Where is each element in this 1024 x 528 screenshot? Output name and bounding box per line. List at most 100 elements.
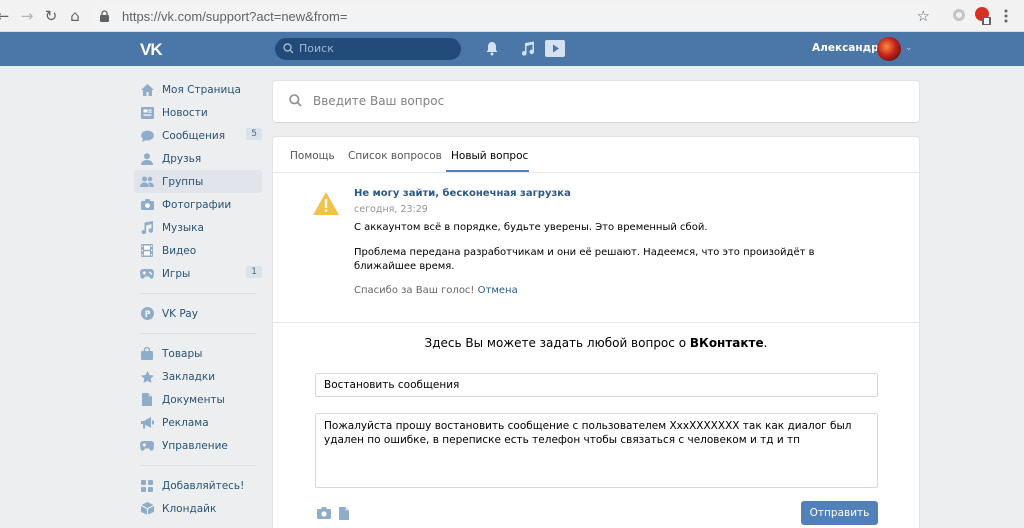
menu-item-label: Добавляйтесь! [162, 479, 245, 492]
menu-item-messages[interactable]: Сообщения 5 [134, 124, 262, 147]
menu-item-add-friends[interactable]: Добавляйтесь! [134, 474, 262, 497]
active-tab-indicator [446, 170, 529, 172]
menu-item-goods[interactable]: Товары [134, 342, 262, 365]
search-icon [289, 94, 302, 107]
home-icon [140, 83, 154, 97]
menu-item-manage[interactable]: Управление [134, 434, 262, 457]
forward-arrow-icon[interactable]: → [18, 7, 36, 25]
header-search-input[interactable]: Поиск [275, 38, 461, 60]
messages-count-badge: 5 [246, 128, 262, 140]
ask-heading-brand: ВКонтакте [689, 336, 764, 350]
cancel-vote-link[interactable]: Отмена [478, 285, 518, 296]
menu-item-label: Музыка [162, 221, 204, 234]
outage-notice: Не могу зайти, бесконечная загрузка сего… [273, 174, 919, 323]
music-note-icon[interactable] [521, 41, 534, 56]
browser-menu-icon[interactable] [1004, 9, 1008, 23]
tab-help[interactable]: Помощь [290, 150, 335, 162]
menu-item-label: Видео [162, 244, 197, 257]
menu-item-label: Управление [162, 439, 228, 452]
vote-thanks: Спасибо за Ваш голос! Отмена [354, 285, 518, 296]
notice-paragraph-2: Проблема передана разработчикам и они её… [354, 247, 815, 272]
newspaper-icon [140, 106, 154, 120]
music-note-icon [140, 221, 154, 235]
menu-item-vk-pay[interactable]: VK Pay [134, 302, 262, 325]
menu-item-label: Закладки [162, 370, 216, 383]
shopping-bag-icon [140, 347, 154, 361]
notice-time: сегодня, 23:29 [354, 204, 428, 215]
menu-item-documents[interactable]: Документы [134, 388, 262, 411]
vk-header: VK Поиск Александра ⌄ [0, 32, 1024, 66]
vk-pay-icon [140, 307, 154, 321]
menu-item-friends[interactable]: Друзья [134, 147, 262, 170]
menu-item-label: VK Pay [162, 307, 198, 320]
menu-item-music[interactable]: Музыка [134, 216, 262, 239]
support-tabs: Помощь Список вопросов Новый вопрос [273, 137, 919, 173]
menu-item-news[interactable]: Новости [134, 101, 262, 124]
left-menu: Моя Страница Новости Сообщения 5 Друзья … [134, 78, 262, 520]
warning-triangle-icon [313, 192, 339, 215]
send-button[interactable]: Отправить [801, 501, 878, 525]
person-icon [140, 152, 154, 166]
menu-divider [140, 333, 256, 334]
document-icon [140, 393, 154, 407]
extension-icon[interactable] [952, 8, 966, 22]
message-textarea[interactable]: Пожалуйста прошу востановить сообщение с… [315, 413, 878, 488]
menu-item-bookmarks[interactable]: Закладки [134, 365, 262, 388]
tab-questions-list[interactable]: Список вопросов [348, 150, 442, 162]
menu-item-groups[interactable]: Группы [134, 170, 262, 193]
tab-new-question[interactable]: Новый вопрос [451, 150, 528, 162]
menu-item-label: Клондайк [162, 502, 217, 515]
film-strip-icon [140, 244, 154, 258]
menu-item-label: Реклама [162, 416, 209, 429]
megaphone-icon [140, 416, 154, 430]
menu-item-klondike[interactable]: Клондайк [134, 497, 262, 520]
menu-item-label: Группы [162, 175, 204, 188]
notifications-bell-icon[interactable] [485, 41, 499, 56]
url-text: https://vk.com/support?act=new&from= [122, 9, 348, 24]
attach-photo-icon[interactable] [317, 507, 331, 519]
menu-item-my-page[interactable]: Моя Страница [134, 78, 262, 101]
notice-title[interactable]: Не могу зайти, бесконечная загрузка [354, 188, 571, 199]
games-count-badge: 1 [246, 266, 262, 278]
adblock-extension-icon[interactable] [974, 6, 992, 26]
search-icon [283, 43, 294, 54]
people-group-icon [140, 175, 154, 189]
back-arrow-icon[interactable]: ← [0, 7, 12, 25]
bookmark-star-icon[interactable]: ☆ [917, 7, 930, 25]
user-name[interactable]: Александра [812, 42, 886, 54]
app-cube-icon [140, 502, 154, 516]
chevron-down-icon[interactable]: ⌄ [905, 43, 913, 53]
lock-icon [100, 10, 109, 22]
home-icon[interactable]: ⌂ [66, 7, 84, 25]
menu-item-photos[interactable]: Фотографии [134, 193, 262, 216]
menu-divider [140, 465, 256, 466]
vote-thanks-text: Спасибо за Ваш голос! [354, 285, 475, 296]
subject-input[interactable]: Востановить сообщения [315, 373, 878, 397]
gamepad-icon [140, 439, 154, 453]
browser-toolbar: ← → ↻ ⌂ https://vk.com/support?act=new&f… [0, 0, 1024, 32]
menu-item-label: Моя Страница [162, 83, 241, 96]
question-search-placeholder: Введите Ваш вопрос [313, 94, 445, 108]
play-video-icon[interactable] [545, 40, 565, 57]
menu-item-label: Друзья [162, 152, 202, 165]
menu-item-label: Игры [162, 267, 191, 280]
camera-icon [140, 198, 154, 212]
menu-item-ads[interactable]: Реклама [134, 411, 262, 434]
menu-divider [140, 293, 256, 294]
user-avatar[interactable] [877, 37, 901, 61]
vk-logo[interactable]: VK [140, 40, 163, 60]
menu-item-label: Сообщения [162, 129, 226, 142]
reload-icon[interactable]: ↻ [42, 7, 60, 25]
menu-item-label: Документы [162, 393, 225, 406]
star-icon [140, 370, 154, 384]
support-panel: Помощь Список вопросов Новый вопрос Не м… [273, 137, 919, 528]
search-placeholder: Поиск [299, 42, 334, 55]
menu-item-games[interactable]: Игры 1 [134, 262, 262, 285]
notice-paragraph-1: С аккаунтом всё в порядке, будьте уверен… [354, 222, 708, 233]
address-bar[interactable]: https://vk.com/support?act=new&from= ☆ [92, 5, 938, 28]
app-grid-icon [140, 479, 154, 493]
question-search-input[interactable]: Введите Ваш вопрос [273, 81, 919, 122]
gamepad-icon [140, 267, 154, 281]
menu-item-video[interactable]: Видео [134, 239, 262, 262]
attach-document-icon[interactable] [339, 507, 349, 520]
